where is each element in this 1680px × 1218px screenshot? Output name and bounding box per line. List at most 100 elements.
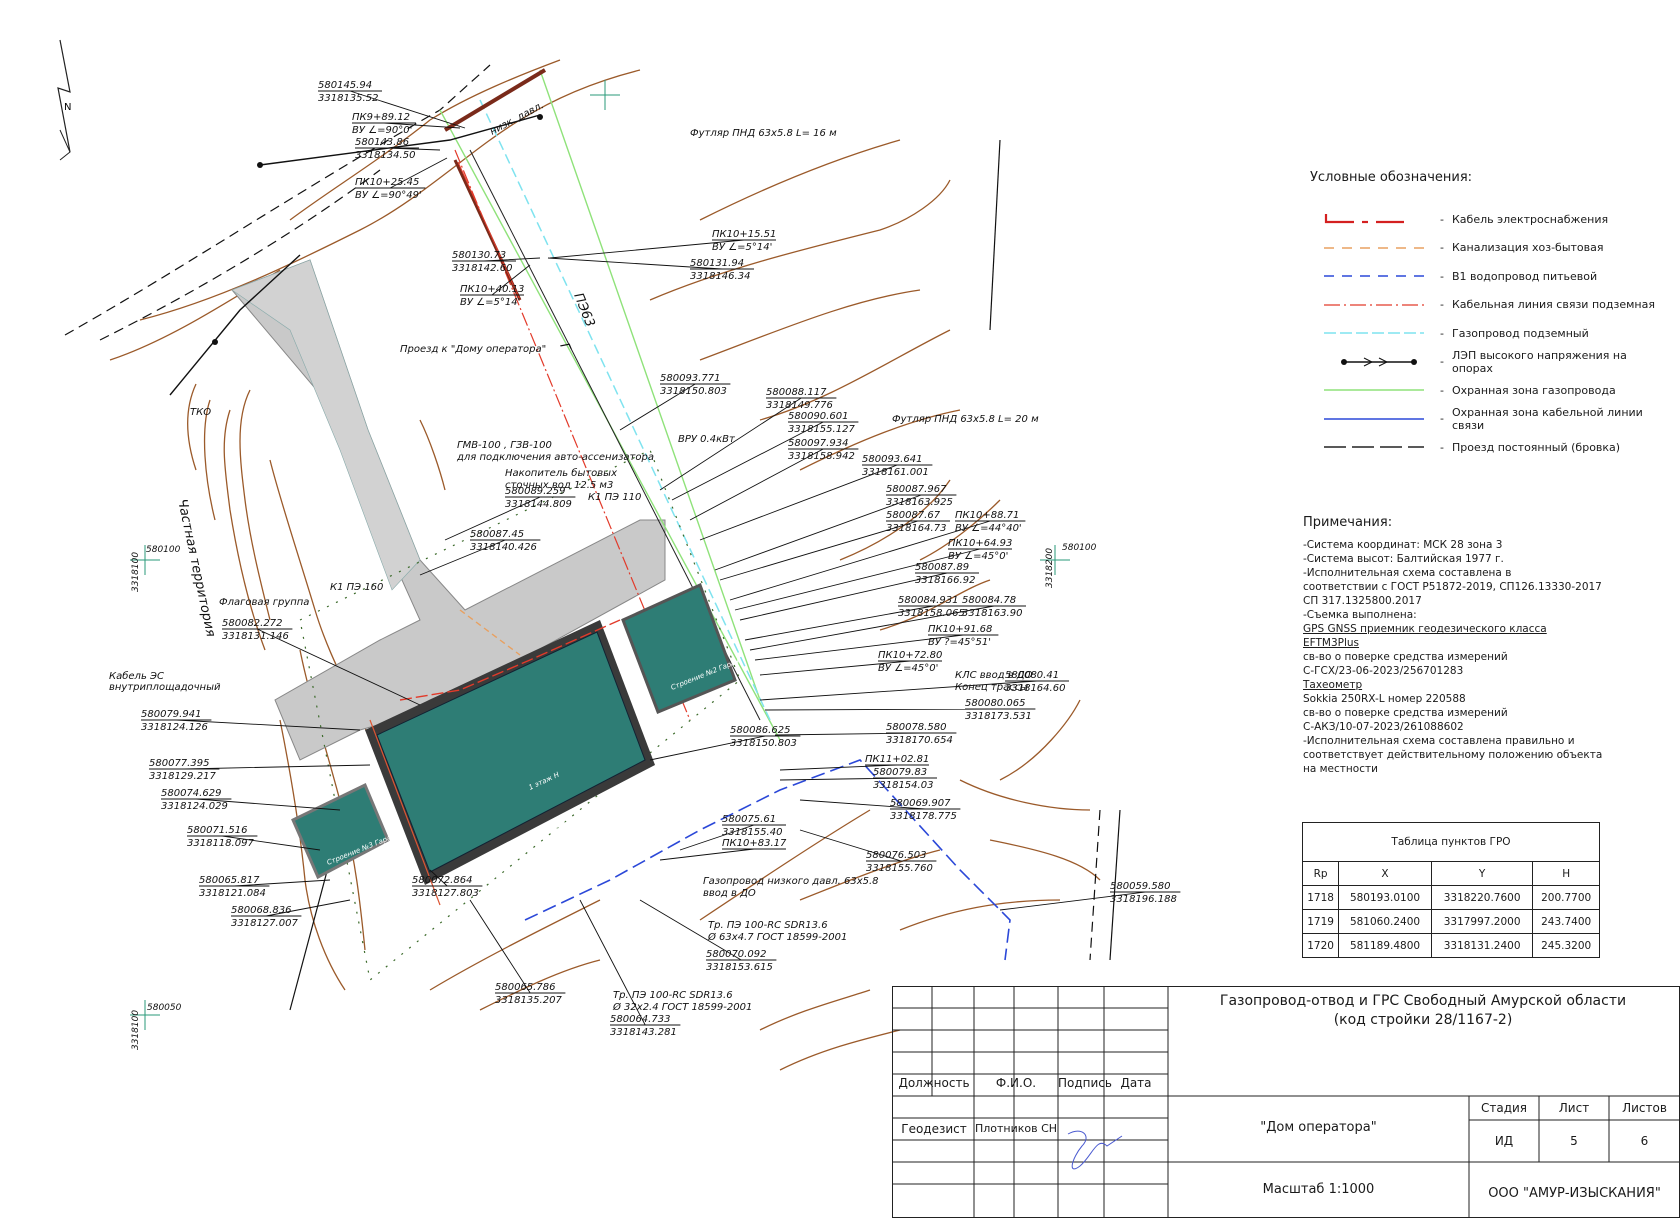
notes-title: Примечания: <box>1303 515 1393 530</box>
red-cable-line-icon <box>1324 214 1404 224</box>
blue-dashed-line-icon <box>1324 275 1424 277</box>
col-signature-header: Подпись <box>1058 1076 1112 1090</box>
grid-label: 3318100 <box>131 1010 141 1050</box>
legend-dash: - <box>1440 412 1444 426</box>
legend-dash: - <box>1440 326 1444 340</box>
table-cell: 1720 <box>1301 933 1340 958</box>
coordinate-callout: 580065.817 3318121.084 <box>199 875 331 899</box>
tko-label: ТКО <box>190 407 211 418</box>
legend: Условные обозначения: - Кабель электросна… <box>1300 170 1670 462</box>
legend-item-label: Проезд постоянный (бровка) <box>1452 440 1621 454</box>
legend-item: - Газопровод подземный <box>1300 319 1670 348</box>
table-cell: 3318131.2400 <box>1430 933 1534 958</box>
gas-low-label: ввод в ДО <box>703 888 756 899</box>
table-cell: 3317997.2000 <box>1430 909 1534 934</box>
callout-line-2: 3318161.001 <box>862 467 929 478</box>
callout-line-1: 580097.934 <box>788 438 848 449</box>
legend-dash: - <box>1440 212 1444 226</box>
role-cell: Геодезист <box>901 1122 967 1136</box>
notes: Примечания: -Система координат: МСК 28 з… <box>1303 516 1603 776</box>
callout-line-1: 580070.092 <box>706 949 766 960</box>
note-line: С-ГСХ/23-06-2023/256701283 <box>1303 665 1464 677</box>
callout-leader <box>469 899 566 994</box>
north-arrow-icon: N <box>57 39 71 161</box>
note-line: -Исполнительная схема составлена в <box>1303 567 1512 579</box>
coordinate-callout: 580076.503 3318155.760 <box>799 829 937 874</box>
legend-item-label: Кабель электроснабжения <box>1452 212 1609 226</box>
sleeve-label: Футляр ПНД 63х5.8 L= 16 м <box>690 128 837 139</box>
pipe-code-label: ПЭ63 <box>570 291 597 329</box>
callout-line-1: 580084.931 <box>898 595 958 606</box>
coordinate-callout: 580077.395 3318129.217 <box>149 758 371 782</box>
callout-line-2: 3318150.803 <box>660 386 727 397</box>
coordinate-callout: 580064.733 3318143.281 <box>579 899 681 1038</box>
table-cell: 245.3200 <box>1532 933 1600 958</box>
coordinate-callout: 580093.771 3318150.803 <box>619 373 731 431</box>
legend-item-label: Охранная зона газопровода <box>1452 383 1616 397</box>
note-line: св-во о поверке средства измерений <box>1303 707 1508 719</box>
callout-line-1: ПК10+83.17 <box>722 838 787 849</box>
legend-dash: - <box>1440 269 1444 283</box>
person-cell: Плотников СН <box>974 1122 1058 1135</box>
callout-line-1: 580087.45 <box>470 529 524 540</box>
table-cell: 1718 <box>1301 885 1340 910</box>
north-label: N <box>64 102 71 113</box>
callout-line-1: ПК9+89.12 <box>352 112 410 123</box>
callout-line-2: 3318144.809 <box>505 499 572 510</box>
k1pe110-label: К1 ПЭ 110 <box>588 492 641 503</box>
sleeve-label: Футляр ПНД 63х5.8 L= 20 м <box>892 414 1039 425</box>
callout-line-1: 580059.580 <box>1110 881 1170 892</box>
col-date-header: Дата <box>1120 1076 1152 1090</box>
callout-line-2: ВУ ∠=5°14' <box>460 297 520 308</box>
callout-line-2: 3318127.007 <box>231 918 298 929</box>
coordinate-callout: 580072.864 3318127.803 <box>412 869 483 899</box>
callout-line-1: 580077.395 <box>149 758 209 769</box>
callout-line-2: 3318149.776 <box>766 400 833 411</box>
sheet-title: "Дом оператора" <box>1260 1120 1377 1135</box>
callout-line-2: 3318135.52 <box>318 93 378 104</box>
legend-item-label: Газопровод подземный <box>1452 326 1589 340</box>
legend-item: - Кабель электроснабжения <box>1300 205 1670 234</box>
coordinate-callout: 580079.83 3318154.03 <box>779 767 937 791</box>
table-cell: 580193.0100 <box>1338 885 1432 910</box>
callout-line-1: 580088.117 <box>766 387 827 398</box>
table-header: Rp <box>1301 861 1340 886</box>
pipe-pressure-label: низк. давл. <box>488 100 545 138</box>
legend-item: - Охранная зона кабельной линии связи <box>1300 405 1670 434</box>
legend-item-label: Охранная зона кабельной линии связи <box>1452 405 1643 432</box>
callout-line-1: 580064.733 <box>610 1014 670 1025</box>
coordinate-callout: 580087.45 3318140.426 <box>419 529 541 576</box>
callout-line-2: 3318135.207 <box>495 995 562 1006</box>
callout-line-2: 3318153.615 <box>706 962 773 973</box>
legend-item: - В1 водопровод питьевой <box>1300 262 1670 291</box>
stage-label: Стадия <box>1480 1101 1528 1115</box>
driveway-label: Проезд к "Дому оператора" <box>400 344 546 355</box>
note-line: соответствует действительному положению … <box>1303 749 1603 761</box>
callout-line-1: 580143.86 <box>355 137 409 148</box>
callout-line-2: ВУ ∠=90°49' <box>355 190 422 201</box>
callout-line-2: ВУ ?=45°51' <box>928 637 991 648</box>
callout-line-1: 580086.625 <box>730 725 790 736</box>
vru-label: ВРУ 0.4кВт <box>678 434 736 445</box>
title-block: Газопровод-отвод и ГРС Свободный Амурско… <box>892 986 1680 1218</box>
coordinate-callout: ПК10+15.51 ВУ ∠=5°14' <box>549 229 776 259</box>
note-line: -Система координат: МСК 28 зона 3 <box>1303 539 1503 551</box>
blue-line-icon <box>1324 417 1424 420</box>
callout-line-2: 3318134.50 <box>355 150 415 161</box>
callout-line-1: ПК10+25.45 <box>355 177 419 188</box>
note-line: -Съемка выполнена: <box>1303 609 1417 621</box>
flag-group-label: Флаговая группа <box>219 597 309 608</box>
callout-line-2: 3318154.03 <box>873 780 933 791</box>
note-line: соответствии с ГОСТ Р51872-2019, СП126.1… <box>1303 581 1602 593</box>
coordinate-callout: 580059.580 3318196.188 <box>999 881 1181 911</box>
callout-line-1: 580072.864 <box>412 875 472 886</box>
green-line-icon <box>1324 389 1424 392</box>
pipe-spec-label: Ø 32х2.4 ГОСТ 18599-2001 <box>612 1001 752 1013</box>
company-name: ООО "АМУР-ИЗЫСКАНИЯ" <box>1488 1186 1661 1201</box>
callout-line-2: 3318121.084 <box>199 888 266 899</box>
grid-label: 580050 <box>147 1003 182 1013</box>
callout-line-2: 3318178.775 <box>890 811 957 822</box>
pipe-spec-label: Тр. ПЭ 100-RC SDR13.6 <box>708 920 828 931</box>
callout-line-2: ВУ ∠=5°14' <box>712 242 772 253</box>
note-line: св-во о поверке средства измерений <box>1303 651 1508 663</box>
